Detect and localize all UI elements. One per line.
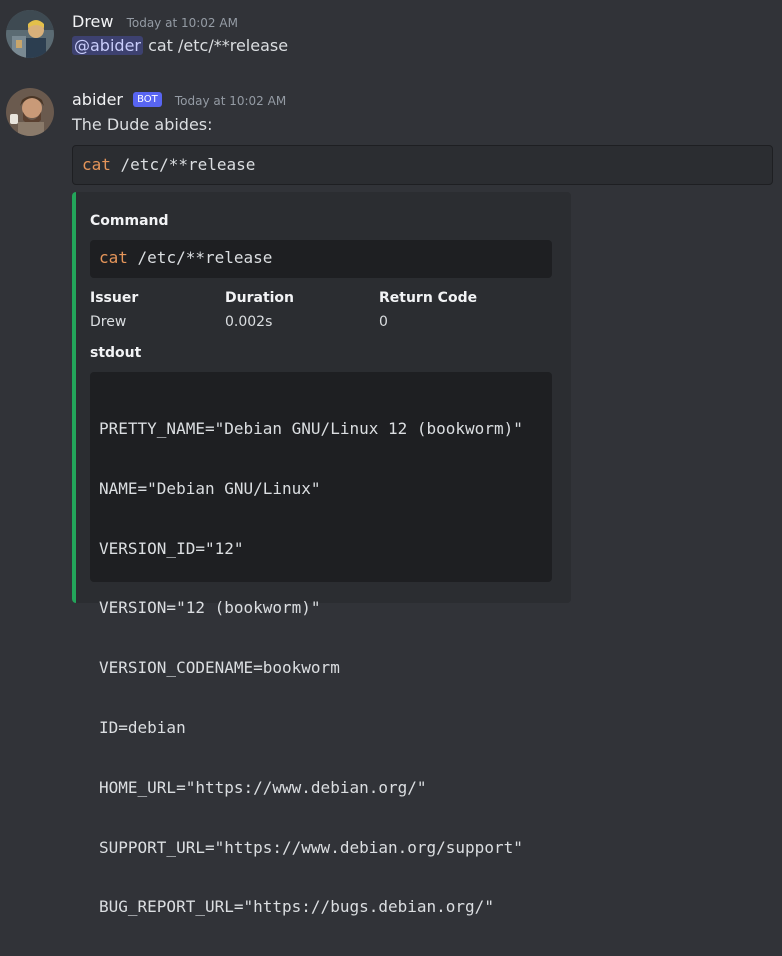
avatar-abider[interactable] (6, 88, 54, 136)
command-embed: Command cat /etc/**release Issuer Drew D… (72, 192, 571, 916)
username[interactable]: abider (72, 90, 123, 109)
stdout-line: VERSION_CODENAME=bookworm (99, 658, 340, 678)
command-code-block[interactable]: cat /etc/**release (90, 240, 552, 278)
avatar-abider-image (6, 88, 54, 136)
stdout-line: BUG_REPORT_URL="https://bugs.debian.org/… (99, 897, 494, 917)
message-text: The Dude abides: (72, 115, 213, 134)
field-issuer-value: Drew (90, 314, 127, 330)
stdout-line: ID=debian (99, 717, 186, 737)
message-header-drew: Drew Today at 10:02 AM (72, 12, 238, 31)
stdout-label: stdout (90, 345, 142, 361)
timestamp[interactable]: Today at 10:02 AM (175, 94, 286, 108)
code-keyword: cat (99, 248, 128, 267)
code-text: /etc/**release (127, 248, 273, 267)
field-return-code-name: Return Code (379, 290, 478, 306)
code-block[interactable]: cat /etc/**release (72, 145, 773, 185)
message-header-abider: abider BOT Today at 10:02 AM (72, 90, 286, 110)
field-duration-name: Duration (225, 290, 295, 306)
message-content-drew: @abider cat /etc/**release (72, 36, 288, 55)
avatar-drew-image (6, 10, 54, 58)
message-text: cat /etc/**release (142, 36, 289, 55)
stdout-line: VERSION_ID="12" (99, 538, 244, 558)
stdout-line: PRETTY_NAME="Debian GNU/Linux 12 (bookwo… (99, 419, 523, 438)
stdout-line: VERSION="12 (bookworm)" (99, 598, 321, 618)
field-duration-value: 0.002s (225, 314, 273, 330)
avatar-drew[interactable] (6, 10, 54, 58)
field-return-code-value: 0 (379, 314, 388, 330)
stdout-code-block[interactable]: PRETTY_NAME="Debian GNU/Linux 12 (bookwo… (90, 372, 552, 916)
user-mention[interactable]: @abider (72, 36, 143, 55)
stdout-line: SUPPORT_URL="https://www.debian.org/supp… (99, 837, 523, 857)
code-text: /etc/**release (110, 155, 256, 174)
command-label: Command (90, 213, 169, 229)
username[interactable]: Drew (72, 12, 113, 31)
stdout-line: NAME="Debian GNU/Linux" (99, 478, 321, 498)
timestamp[interactable]: Today at 10:02 AM (127, 16, 238, 30)
field-issuer-name: Issuer (90, 290, 139, 306)
code-keyword: cat (82, 155, 111, 174)
bot-tag: BOT (133, 92, 162, 107)
stdout-line: HOME_URL="https://www.debian.org/" (99, 777, 427, 797)
